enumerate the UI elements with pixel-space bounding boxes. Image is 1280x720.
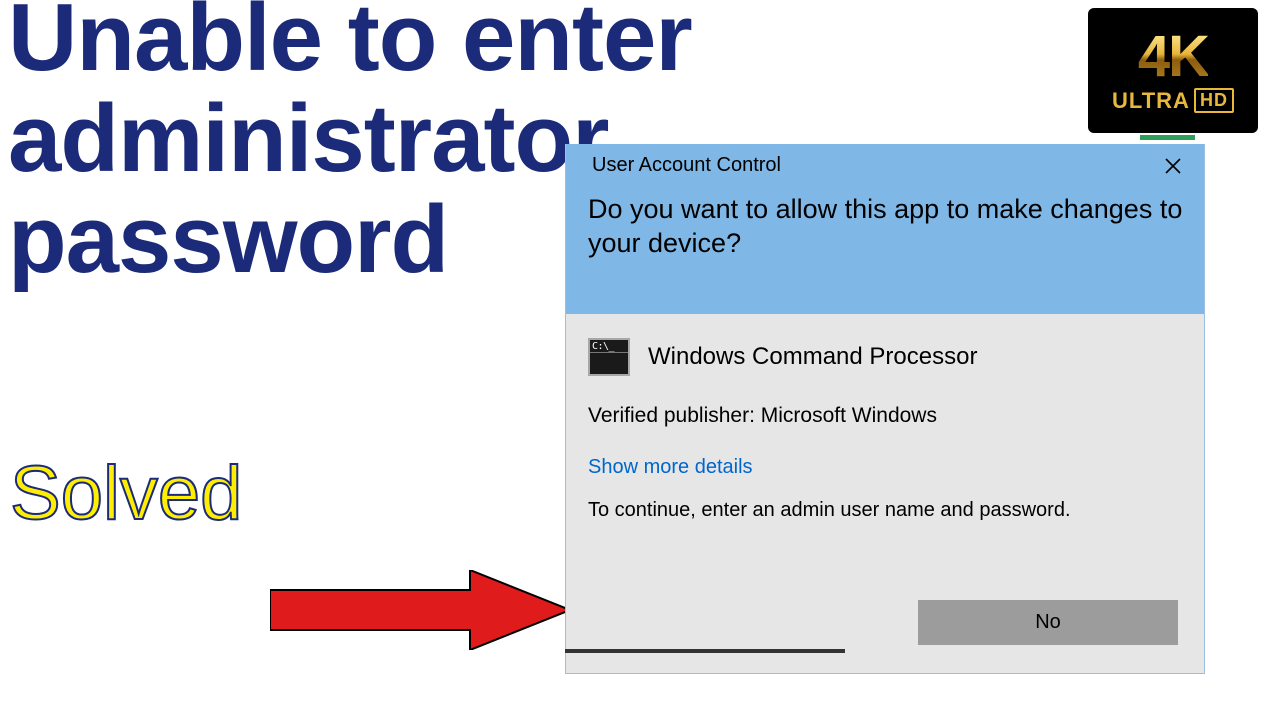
uac-header: User Account Control Do you want to allo… xyxy=(566,144,1204,314)
right-arrow-icon xyxy=(270,570,570,650)
badge-4k-bottom: ULTRA HD xyxy=(1112,88,1234,114)
uac-body: Windows Command Processor Verified publi… xyxy=(566,314,1204,540)
uac-window-title: User Account Control xyxy=(584,154,1186,177)
no-button[interactable]: No xyxy=(918,600,1178,645)
close-icon[interactable] xyxy=(1156,152,1190,180)
uac-footer: No xyxy=(918,600,1178,645)
badge-hd-box: HD xyxy=(1194,88,1234,113)
solved-label: Solved xyxy=(10,450,242,537)
uac-continue-text: To continue, enter an admin user name an… xyxy=(588,499,1182,522)
uac-dialog: User Account Control Do you want to allo… xyxy=(565,144,1205,674)
badge-ultra-text: ULTRA xyxy=(1112,88,1190,114)
uac-app-row: Windows Command Processor xyxy=(588,338,1182,376)
uac-question: Do you want to allow this app to make ch… xyxy=(584,193,1186,261)
badge-4k-top: 4K xyxy=(1138,28,1208,86)
badge-4k: 4K ULTRA HD xyxy=(1088,8,1258,133)
show-more-details-link[interactable]: Show more details xyxy=(588,456,753,479)
underline-decor xyxy=(565,649,845,653)
accent-line xyxy=(1140,135,1195,140)
cmd-icon xyxy=(588,338,630,376)
uac-publisher: Verified publisher: Microsoft Windows xyxy=(588,404,1182,428)
uac-app-name: Windows Command Processor xyxy=(648,343,977,371)
